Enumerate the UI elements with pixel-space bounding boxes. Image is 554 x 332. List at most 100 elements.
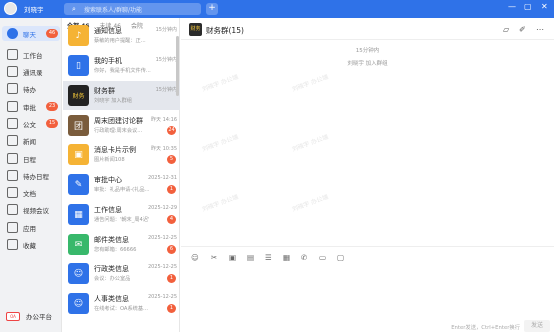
- watermark: 刘晓宇 办公端: [291, 193, 330, 214]
- sidebar-item-5[interactable]: 公文 15: [2, 116, 60, 131]
- sidebar-badge: 46: [46, 29, 58, 38]
- conversation-name: 通知信息: [94, 27, 122, 35]
- add-button[interactable]: +: [206, 3, 218, 15]
- video-icon[interactable]: ▭: [319, 253, 326, 262]
- file-icon[interactable]: ▤: [247, 253, 254, 262]
- sidebar: 聊天46工作台通讯录待办审批23公文15新闻日程待办日程文档视频会议应用收藏◁O…: [0, 18, 62, 332]
- office-platform[interactable]: OA 办公平台: [6, 311, 52, 321]
- conversation-time: 2025-12-25: [147, 294, 177, 300]
- sidebar-item-3[interactable]: 待办: [2, 81, 60, 96]
- sidebar-item-9[interactable]: 文档: [2, 185, 60, 200]
- conversation-time: 15分钟内: [155, 27, 177, 33]
- screen-share-icon[interactable]: ▢: [337, 253, 344, 262]
- sidebar-item-0[interactable]: 聊天 46: [2, 26, 60, 41]
- sidebar-item-label: 通讯录: [23, 68, 43, 77]
- list-item[interactable]: ♪ 通知信息 蔡敏的用户提醒：正... 15分钟内: [63, 21, 180, 50]
- conversation-avatar-icon: ✎: [68, 174, 89, 195]
- more-icon[interactable]: ⋯: [536, 25, 544, 34]
- conversation-name: 邮件类信息: [94, 236, 129, 244]
- chat-panel: 财务 财务群(15) ▱ ✐ ⋯ 15分钟内 刘晓宇 加入群组 刘晓宇 办公端刘…: [181, 18, 554, 332]
- sidebar-item-label: 文档: [23, 189, 36, 198]
- sidebar-item-10[interactable]: 视频会议: [2, 202, 60, 217]
- conversation-name: 财务群: [94, 87, 115, 95]
- list-item[interactable]: 财务 财务群 刘晓宇 加入群组 15分钟内: [63, 81, 180, 110]
- conversation-time: 15分钟内: [155, 57, 177, 63]
- close-icon[interactable]: ✕: [541, 2, 548, 11]
- document-icon[interactable]: ▦: [283, 253, 290, 262]
- conversation-time: 2025-12-29: [147, 205, 177, 211]
- sidebar-item-11[interactable]: 应用: [2, 220, 60, 235]
- folder-icon[interactable]: ▱: [503, 25, 509, 34]
- unread-badge: 1: [167, 304, 176, 313]
- sidebar-item-7[interactable]: 日程: [2, 151, 60, 166]
- sidebar-item-label: 工作台: [23, 51, 43, 60]
- watermark: 刘晓宇 办公端: [291, 73, 330, 94]
- unread-badge: 4: [167, 215, 176, 224]
- office-logo-icon: OA: [6, 311, 20, 321]
- list-item[interactable]: ☺ 行政类信息 会议：办公室品 2025-12-25 1: [63, 259, 180, 288]
- sidebar-item-6[interactable]: 新闻: [2, 133, 60, 148]
- watermark: 刘晓宇 办公端: [291, 133, 330, 154]
- sidebar-item-8[interactable]: 待办日程: [2, 168, 60, 183]
- list-item[interactable]: ✉ 邮件类信息 您有邮箱：66666 2025-12-25 6: [63, 230, 180, 259]
- list-item[interactable]: ▯ 我的手机 你好，我是手机文件传... 15分钟内: [63, 51, 180, 80]
- conversation-avatar-icon: ▯: [68, 55, 89, 76]
- conversation-name: 我的手机: [94, 57, 122, 65]
- maximize-icon[interactable]: ▢: [524, 2, 532, 11]
- sidebar-item-label: 聊天: [23, 30, 36, 39]
- conversation-name: 人事类信息: [94, 295, 129, 303]
- watermark: 刘晓宇 办公端: [201, 133, 240, 154]
- sidebar-item-4[interactable]: 审批 23: [2, 99, 60, 114]
- todo-icon: [7, 83, 18, 94]
- conversation-preview: 图片新闻108: [94, 157, 125, 163]
- group-avatar: 财务: [189, 23, 202, 36]
- search-input[interactable]: ⌕ 搜索联系人/群聊/功能: [64, 3, 201, 15]
- list-item[interactable]: ▣ 消息卡片示例 图片新闻108 昨天 10:35 5: [63, 140, 180, 169]
- conversation-list: 全部 46未读 46会院 ♪通知信息蔡敏的用户提醒：正...15分钟内▯我的手机…: [63, 18, 180, 332]
- conversation-preview: 在线考试：OA系统基...: [94, 306, 148, 312]
- list-item[interactable]: ✎ 审批中心 审批：礼品申请-(礼品... 2025-12-31 1: [63, 170, 180, 199]
- conversation-name: 消息卡片示例: [94, 146, 136, 154]
- unread-badge: 1: [167, 185, 176, 194]
- phone-icon[interactable]: ✆: [301, 253, 307, 262]
- conversation-name: 审批中心: [94, 176, 122, 184]
- video-meeting-icon: [7, 204, 18, 215]
- sidebar-item-12[interactable]: 收藏: [2, 237, 60, 252]
- system-message: 刘晓宇 加入群组: [347, 61, 388, 67]
- conversation-avatar-icon: ♪: [68, 25, 89, 46]
- conversation-time: 2025-12-31: [147, 175, 177, 181]
- conversation-avatar-icon: ▣: [68, 144, 89, 165]
- conversation-time: 15分钟内: [155, 87, 177, 93]
- sidebar-badge: 23: [46, 102, 58, 111]
- list-scrollbar[interactable]: [176, 36, 179, 96]
- apps-icon: [7, 222, 18, 233]
- image-icon[interactable]: ▣: [229, 253, 236, 262]
- list-item[interactable]: ☺ 人事类信息 在线考试：OA系统基... 2025-12-25 1: [63, 289, 180, 318]
- list-item[interactable]: ▦ 工作信息 通告问题：'朝末_周4迟' 2025-12-29 4: [63, 200, 180, 229]
- sidebar-item-label: 审批: [23, 103, 36, 112]
- message-card-icon[interactable]: ☰: [265, 253, 272, 262]
- scissors-icon[interactable]: ✂: [211, 253, 217, 262]
- conversation-name: 行政类信息: [94, 265, 129, 273]
- input-area[interactable]: ☺ ✂ ▣ ▤ ☰ ▦ ✆ ▭ ▢ Enter发送，Ctrl+Enter换行 发…: [181, 246, 554, 332]
- list-item[interactable]: 团周末团建讨论群 行政助理:周末会议... 昨天 14:16 24: [63, 111, 180, 140]
- favorites-icon: [7, 239, 18, 250]
- minimize-icon[interactable]: —: [508, 2, 516, 11]
- chat-title: 财务群(15): [206, 26, 244, 35]
- news-icon: [7, 135, 18, 146]
- send-button[interactable]: 发送: [524, 320, 550, 332]
- conversation-avatar-icon: ✉: [68, 234, 89, 255]
- watermark: 刘晓宇 办公端: [201, 73, 240, 94]
- sidebar-item-2[interactable]: 通讯录: [2, 64, 60, 79]
- todo-schedule-icon: [7, 170, 18, 181]
- sidebar-item-1[interactable]: 工作台: [2, 47, 60, 62]
- title-bar: 刘晓宇 ⌕ 搜索联系人/群聊/功能 + — ▢ ✕: [0, 0, 554, 18]
- emoji-icon[interactable]: ☺: [191, 253, 199, 262]
- unread-badge: 24: [167, 126, 176, 135]
- sidebar-item-label: 待办日程: [23, 172, 49, 181]
- pin-icon[interactable]: ✐: [519, 25, 526, 34]
- user-avatar[interactable]: [4, 2, 17, 15]
- conversation-preview: 通告问题：'朝末_周4迟': [94, 217, 150, 223]
- office-label: 办公平台: [26, 313, 52, 321]
- docs-icon: [7, 187, 18, 198]
